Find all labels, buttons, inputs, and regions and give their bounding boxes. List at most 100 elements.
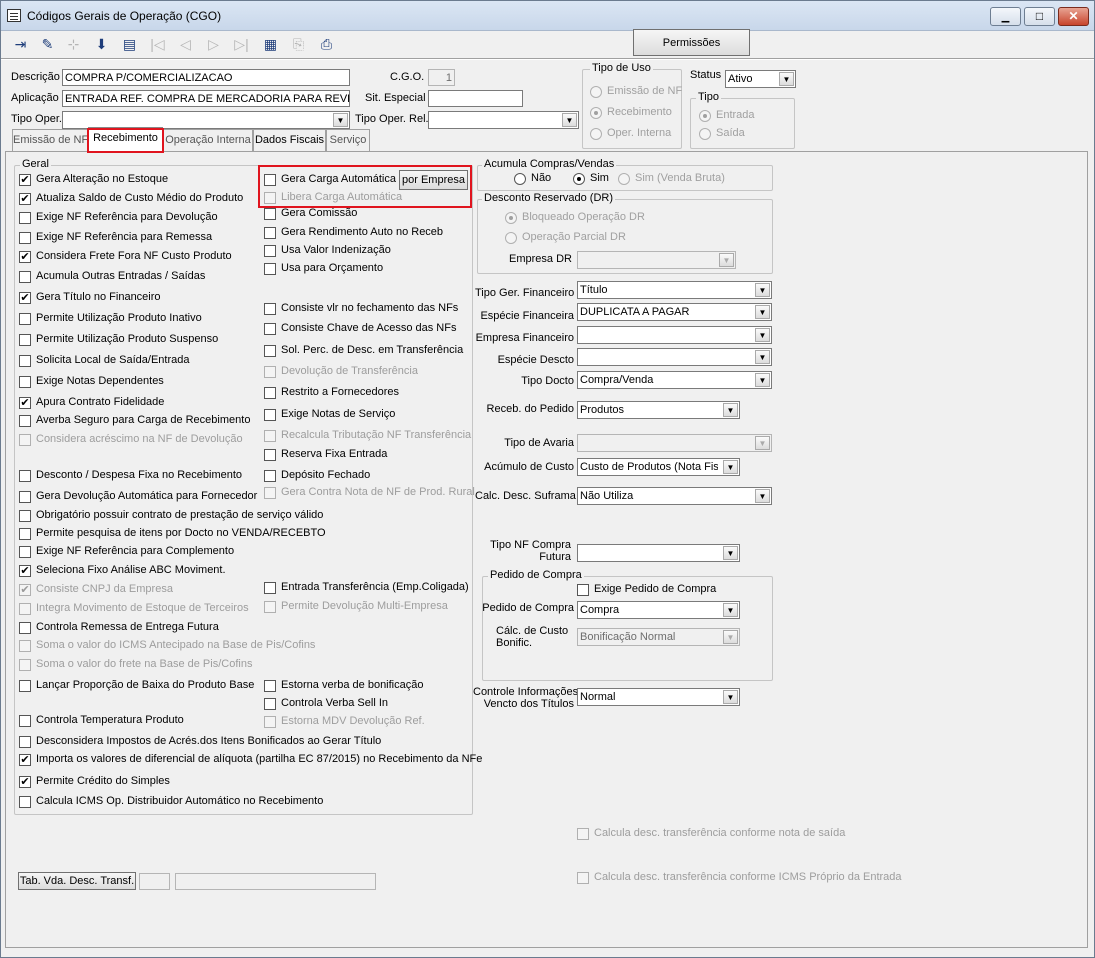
tipo-oper-rel-label: Tipo Oper. Rel. [355, 113, 429, 125]
tipo-docto-select[interactable]: Compra/Venda ▼ [577, 371, 772, 389]
tab-servico[interactable]: Serviço [326, 129, 370, 151]
empresa-financeiro-select[interactable]: ▼ [577, 326, 772, 344]
checkbox-label: Gera Contra Nota de NF de Prod. Rural [281, 486, 475, 498]
tab-vda-code-field[interactable] [139, 873, 170, 890]
tipo-ger-financeiro-select[interactable]: Título ▼ [577, 281, 772, 299]
checkbox-icon [264, 680, 276, 692]
aplicacao-field[interactable]: ENTRADA REF. COMPRA DE MERCADORIA PARA R… [62, 90, 350, 107]
tipo-uso-title: Tipo de Uso [590, 62, 653, 74]
especie-descto-select[interactable]: ▼ [577, 348, 772, 366]
checkbox-icon [264, 582, 276, 594]
grid-icon[interactable]: ▦ [259, 33, 282, 55]
chevron-down-icon: ▼ [755, 305, 770, 319]
cgo-field[interactable]: 1 [428, 69, 455, 86]
exit-icon[interactable]: ⇥ [9, 33, 32, 55]
checkbox-icon [19, 434, 31, 446]
checkbox-icon [264, 470, 276, 482]
checkbox-label: Exige Notas de Serviço [281, 408, 396, 420]
checkbox-icon [19, 376, 31, 388]
tab-emissao-nf[interactable]: Emissão de NF [12, 129, 88, 151]
checkbox-label: Integra Movimento de Estoque de Terceiro… [36, 602, 249, 614]
check-icon: ✔ [19, 776, 31, 788]
chevron-down-icon: ▼ [755, 350, 770, 364]
calc-suframa-select[interactable]: Não Utiliza ▼ [577, 487, 772, 505]
tipo-avaria-select[interactable]: ▼ [577, 434, 772, 452]
delete-icon[interactable]: ▤ [118, 33, 141, 55]
checkbox-label: Sol. Perc. de Desc. em Transferência [281, 344, 464, 356]
calc-suframa-value: Não Utiliza [580, 490, 634, 502]
checkbox-label: Permite pesquisa de itens por Docto no V… [36, 527, 326, 539]
checkbox-icon [19, 528, 31, 540]
calc-custo-label: Cálc. de Custo [496, 625, 569, 637]
chevron-down-icon: ▼ [723, 603, 738, 617]
checkbox-icon [19, 659, 31, 671]
check-icon: ✔ [19, 174, 31, 186]
especie-financeira-select[interactable]: DUPLICATA A PAGAR ▼ [577, 303, 772, 321]
receb-pedido-label: Receb. do Pedido [486, 403, 574, 415]
maximize-button[interactable]: □ [1024, 7, 1055, 26]
controle-select[interactable]: Normal ▼ [577, 688, 740, 706]
tree-icon[interactable]: ⊹ [62, 33, 85, 55]
status-label: Status [690, 69, 722, 81]
permissoes-button[interactable]: Permissões [633, 29, 750, 56]
checkbox-label: Depósito Fechado [281, 469, 371, 481]
copy-icon[interactable]: ⎘ [287, 33, 310, 55]
save-icon[interactable]: ⬇ [90, 33, 113, 55]
checkbox-label: Seleciona Fixo Análise ABC Moviment. [36, 564, 226, 576]
tipo-docto-label: Tipo Docto [521, 375, 574, 387]
checkbox-label: Desconsidera Impostos de Acrés.dos Itens… [36, 735, 382, 747]
chevron-down-icon: ▼ [755, 373, 770, 387]
first-icon[interactable]: |◁ [146, 33, 169, 55]
minimize-button[interactable]: ▁ [990, 7, 1021, 26]
next-icon[interactable]: ▷ [202, 33, 225, 55]
checkbox-label: Soma o valor do frete na Base de Pis/Cof… [36, 658, 253, 670]
check-icon: ✔ [19, 397, 31, 409]
status-value: Ativo [728, 73, 753, 85]
calc-custo-select[interactable]: Bonificação Normal ▼ [577, 628, 740, 646]
checkbox-label: Controla Remessa de Entrega Futura [36, 621, 219, 633]
checkbox-label: Considera Frete Fora NF Custo Produto [36, 250, 232, 262]
toolbar-separator [1, 58, 1094, 60]
receb-pedido-select[interactable]: Produtos ▼ [577, 401, 740, 419]
chevron-down-icon: ▼ [755, 283, 770, 297]
checkbox-label: Exige Notas Dependentes [36, 375, 164, 387]
tipo-oper-rel-select[interactable]: ▼ [428, 111, 579, 129]
acumula-title: Acumula Compras/Vendas [482, 158, 617, 170]
tab-operacao-interna[interactable]: Operação Interna [163, 129, 253, 151]
sit-especial-field[interactable] [428, 90, 523, 107]
check-icon: ✔ [19, 565, 31, 577]
empresa-dr-select[interactable]: ▼ [577, 251, 736, 269]
bonific-label: Bonific. [496, 637, 533, 649]
tipo-nf-compra-select[interactable]: ▼ [577, 544, 740, 562]
checkbox-icon [264, 323, 276, 335]
main-window: Códigos Gerais de Operação (CGO) ▁ □ ✕ ⇥… [0, 0, 1095, 958]
tab-vda-button[interactable]: Tab. Vda. Desc. Transf. [18, 872, 136, 890]
tab-vda-desc-field[interactable] [175, 873, 376, 890]
descricao-field[interactable]: COMPRA P/COMERCIALIZACAO [62, 69, 350, 86]
checkbox-icon [264, 449, 276, 461]
pedido-compra-label: Pedido de Compra [482, 602, 574, 614]
print-icon[interactable]: ⎙ [315, 33, 338, 55]
por-empresa-button[interactable]: por Empresa [399, 170, 468, 190]
last-icon[interactable]: ▷| [230, 33, 253, 55]
eraser-icon[interactable]: ✎ [36, 33, 59, 55]
close-button[interactable]: ✕ [1058, 7, 1089, 26]
acumulo-custo-select[interactable]: Custo de Produtos (Nota Fiscal) ▼ [577, 458, 740, 476]
tab-dados-fiscais[interactable]: Dados Fiscais [253, 129, 326, 151]
checkbox-icon [264, 716, 276, 728]
checkbox-label: Importa os valores de diferencial de alí… [36, 753, 483, 765]
tipo-avaria-label: Tipo de Avaria [504, 437, 574, 449]
status-select[interactable]: Ativo ▼ [725, 70, 796, 88]
chevron-down-icon: ▼ [562, 113, 577, 127]
chevron-down-icon: ▼ [723, 690, 738, 704]
checkbox-label: Estorna verba de bonificação [281, 679, 424, 691]
checkbox-label: Controla Temperatura Produto [36, 714, 184, 726]
prev-icon[interactable]: ◁ [174, 33, 197, 55]
checkbox-icon [19, 510, 31, 522]
pedido-compra-select[interactable]: Compra ▼ [577, 601, 740, 619]
tipo-oper-label: Tipo Oper. [11, 113, 62, 125]
checkbox-icon [19, 680, 31, 692]
checkbox-label: Reserva Fixa Entrada [281, 448, 388, 460]
checkbox-label: Soma o valor do ICMS Antecipado na Base … [36, 639, 316, 651]
checkbox-icon [19, 736, 31, 748]
